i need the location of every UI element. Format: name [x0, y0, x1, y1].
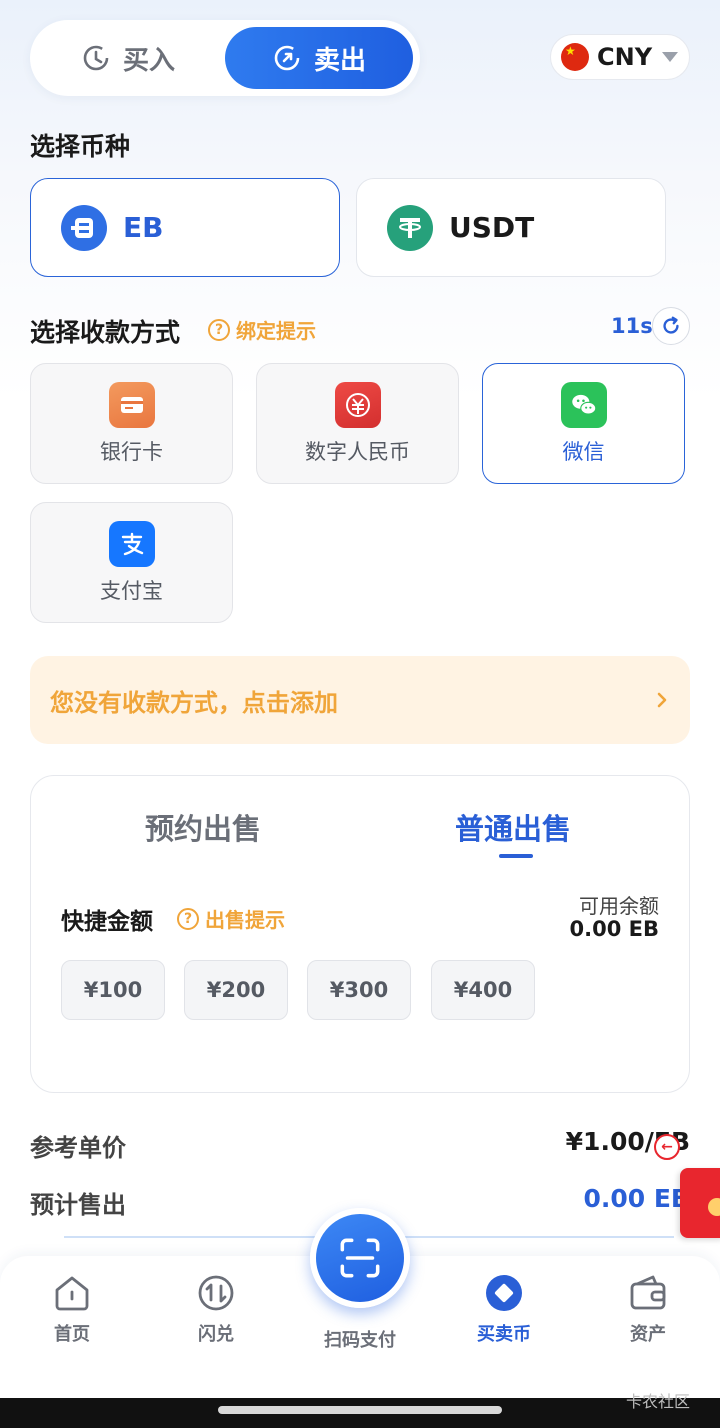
currency-value: CNY	[597, 43, 653, 71]
est-sell-label: 预计售出	[30, 1191, 126, 1219]
tab-normal-sell[interactable]: 普通出售	[455, 806, 571, 848]
nav-label: 买卖币	[477, 1324, 531, 1345]
question-icon: ?	[208, 318, 230, 341]
est-sell-value: 0.00 EB	[583, 1184, 690, 1213]
payment-method-bank-card[interactable]: 银行卡	[30, 363, 233, 484]
nav-label: 资产	[630, 1324, 666, 1345]
collapse-float-icon[interactable]: ←	[654, 1134, 680, 1160]
nav-flash-swap[interactable]: 闪兑	[166, 1272, 266, 1346]
home-indicator[interactable]	[218, 1406, 502, 1414]
buy-tab[interactable]: 买入	[38, 27, 218, 89]
quick-amount-300[interactable]: ¥300	[307, 960, 411, 1020]
swap-icon	[198, 1275, 234, 1311]
coin-option-eb[interactable]: EB	[30, 178, 340, 277]
quick-amount-200[interactable]: ¥200	[184, 960, 288, 1020]
usdt-coin-icon	[387, 204, 433, 251]
payment-method-wechat[interactable]: 微信	[482, 363, 685, 484]
refresh-countdown: 11s	[611, 314, 653, 338]
refresh-button[interactable]	[652, 307, 690, 345]
buy-label: 买入	[122, 45, 175, 76]
sell-hint[interactable]: ? 出售提示	[177, 904, 285, 933]
home-icon	[55, 1276, 89, 1311]
sell-label: 卖出	[313, 45, 366, 76]
active-tab-indicator	[499, 854, 533, 858]
ref-price-label: 参考单价	[30, 1134, 126, 1162]
chevron-down-icon	[662, 52, 679, 62]
notice-text: 您没有收款方式，点击添加	[50, 688, 338, 717]
quick-amount-title: 快捷金额	[61, 909, 153, 935]
nav-label: 首页	[54, 1324, 90, 1345]
buy-icon	[83, 45, 109, 71]
wechat-icon	[560, 381, 607, 428]
payment-section-title: 选择收款方式	[30, 318, 181, 347]
payment-method-digital-rmb[interactable]: 数字人民币	[256, 363, 459, 484]
alipay-icon	[108, 520, 155, 567]
tab-reserve-sell[interactable]: 预约出售	[145, 806, 261, 848]
sell-panel: 预约出售 普通出售 快捷金额 ? 出售提示 可用余额 0.00 EB ¥100 …	[30, 775, 690, 1093]
available-balance-value: 0.00 EB	[569, 917, 659, 941]
payment-method-label: 数字人民币	[305, 439, 410, 464]
quick-amount-400[interactable]: ¥400	[431, 960, 535, 1020]
buy-sell-toggle: 买入 卖出	[30, 20, 420, 96]
scan-pay-button[interactable]	[310, 1208, 410, 1308]
bind-hint-label: 绑定提示	[236, 319, 316, 343]
chevron-right-icon	[657, 692, 667, 708]
china-flag-icon	[561, 43, 589, 71]
scan-pay-label: 扫码支付	[324, 1330, 396, 1351]
add-payment-method-notice[interactable]: 您没有收款方式，点击添加	[30, 656, 690, 744]
scan-icon	[340, 1238, 380, 1278]
sell-icon	[274, 45, 300, 71]
watermark-text: 卡农社区	[626, 1392, 691, 1411]
coin-option-usdt[interactable]: USDT	[356, 178, 666, 277]
nav-trade[interactable]: 买卖币	[454, 1272, 554, 1346]
refresh-icon	[663, 316, 679, 334]
coin-section-title: 选择币种	[30, 132, 131, 161]
nav-label: 闪兑	[198, 1324, 234, 1345]
sell-tab[interactable]: 卖出	[225, 27, 413, 89]
available-balance-label: 可用余额	[579, 894, 659, 918]
currency-selector[interactable]: CNY	[550, 34, 690, 80]
coin-label: USDT	[449, 211, 535, 244]
digital-rmb-icon	[334, 381, 381, 428]
payment-method-alipay[interactable]: 支付宝	[30, 502, 233, 623]
question-icon: ?	[177, 907, 199, 930]
sell-hint-label: 出售提示	[205, 908, 285, 932]
payment-method-label: 支付宝	[100, 578, 163, 603]
eb-coin-icon	[61, 204, 107, 251]
payment-method-label: 微信	[562, 439, 605, 464]
coin-label: EB	[123, 211, 164, 244]
payment-method-label: 银行卡	[100, 439, 163, 464]
nav-home[interactable]: 首页	[22, 1272, 122, 1346]
nav-assets[interactable]: 资产	[598, 1272, 698, 1346]
wallet-icon	[630, 1275, 666, 1310]
bank-card-icon	[108, 381, 155, 428]
trade-icon	[486, 1275, 522, 1311]
bind-hint[interactable]: ? 绑定提示	[208, 315, 316, 344]
red-packet-icon[interactable]	[680, 1168, 720, 1238]
quick-amount-100[interactable]: ¥100	[61, 960, 165, 1020]
